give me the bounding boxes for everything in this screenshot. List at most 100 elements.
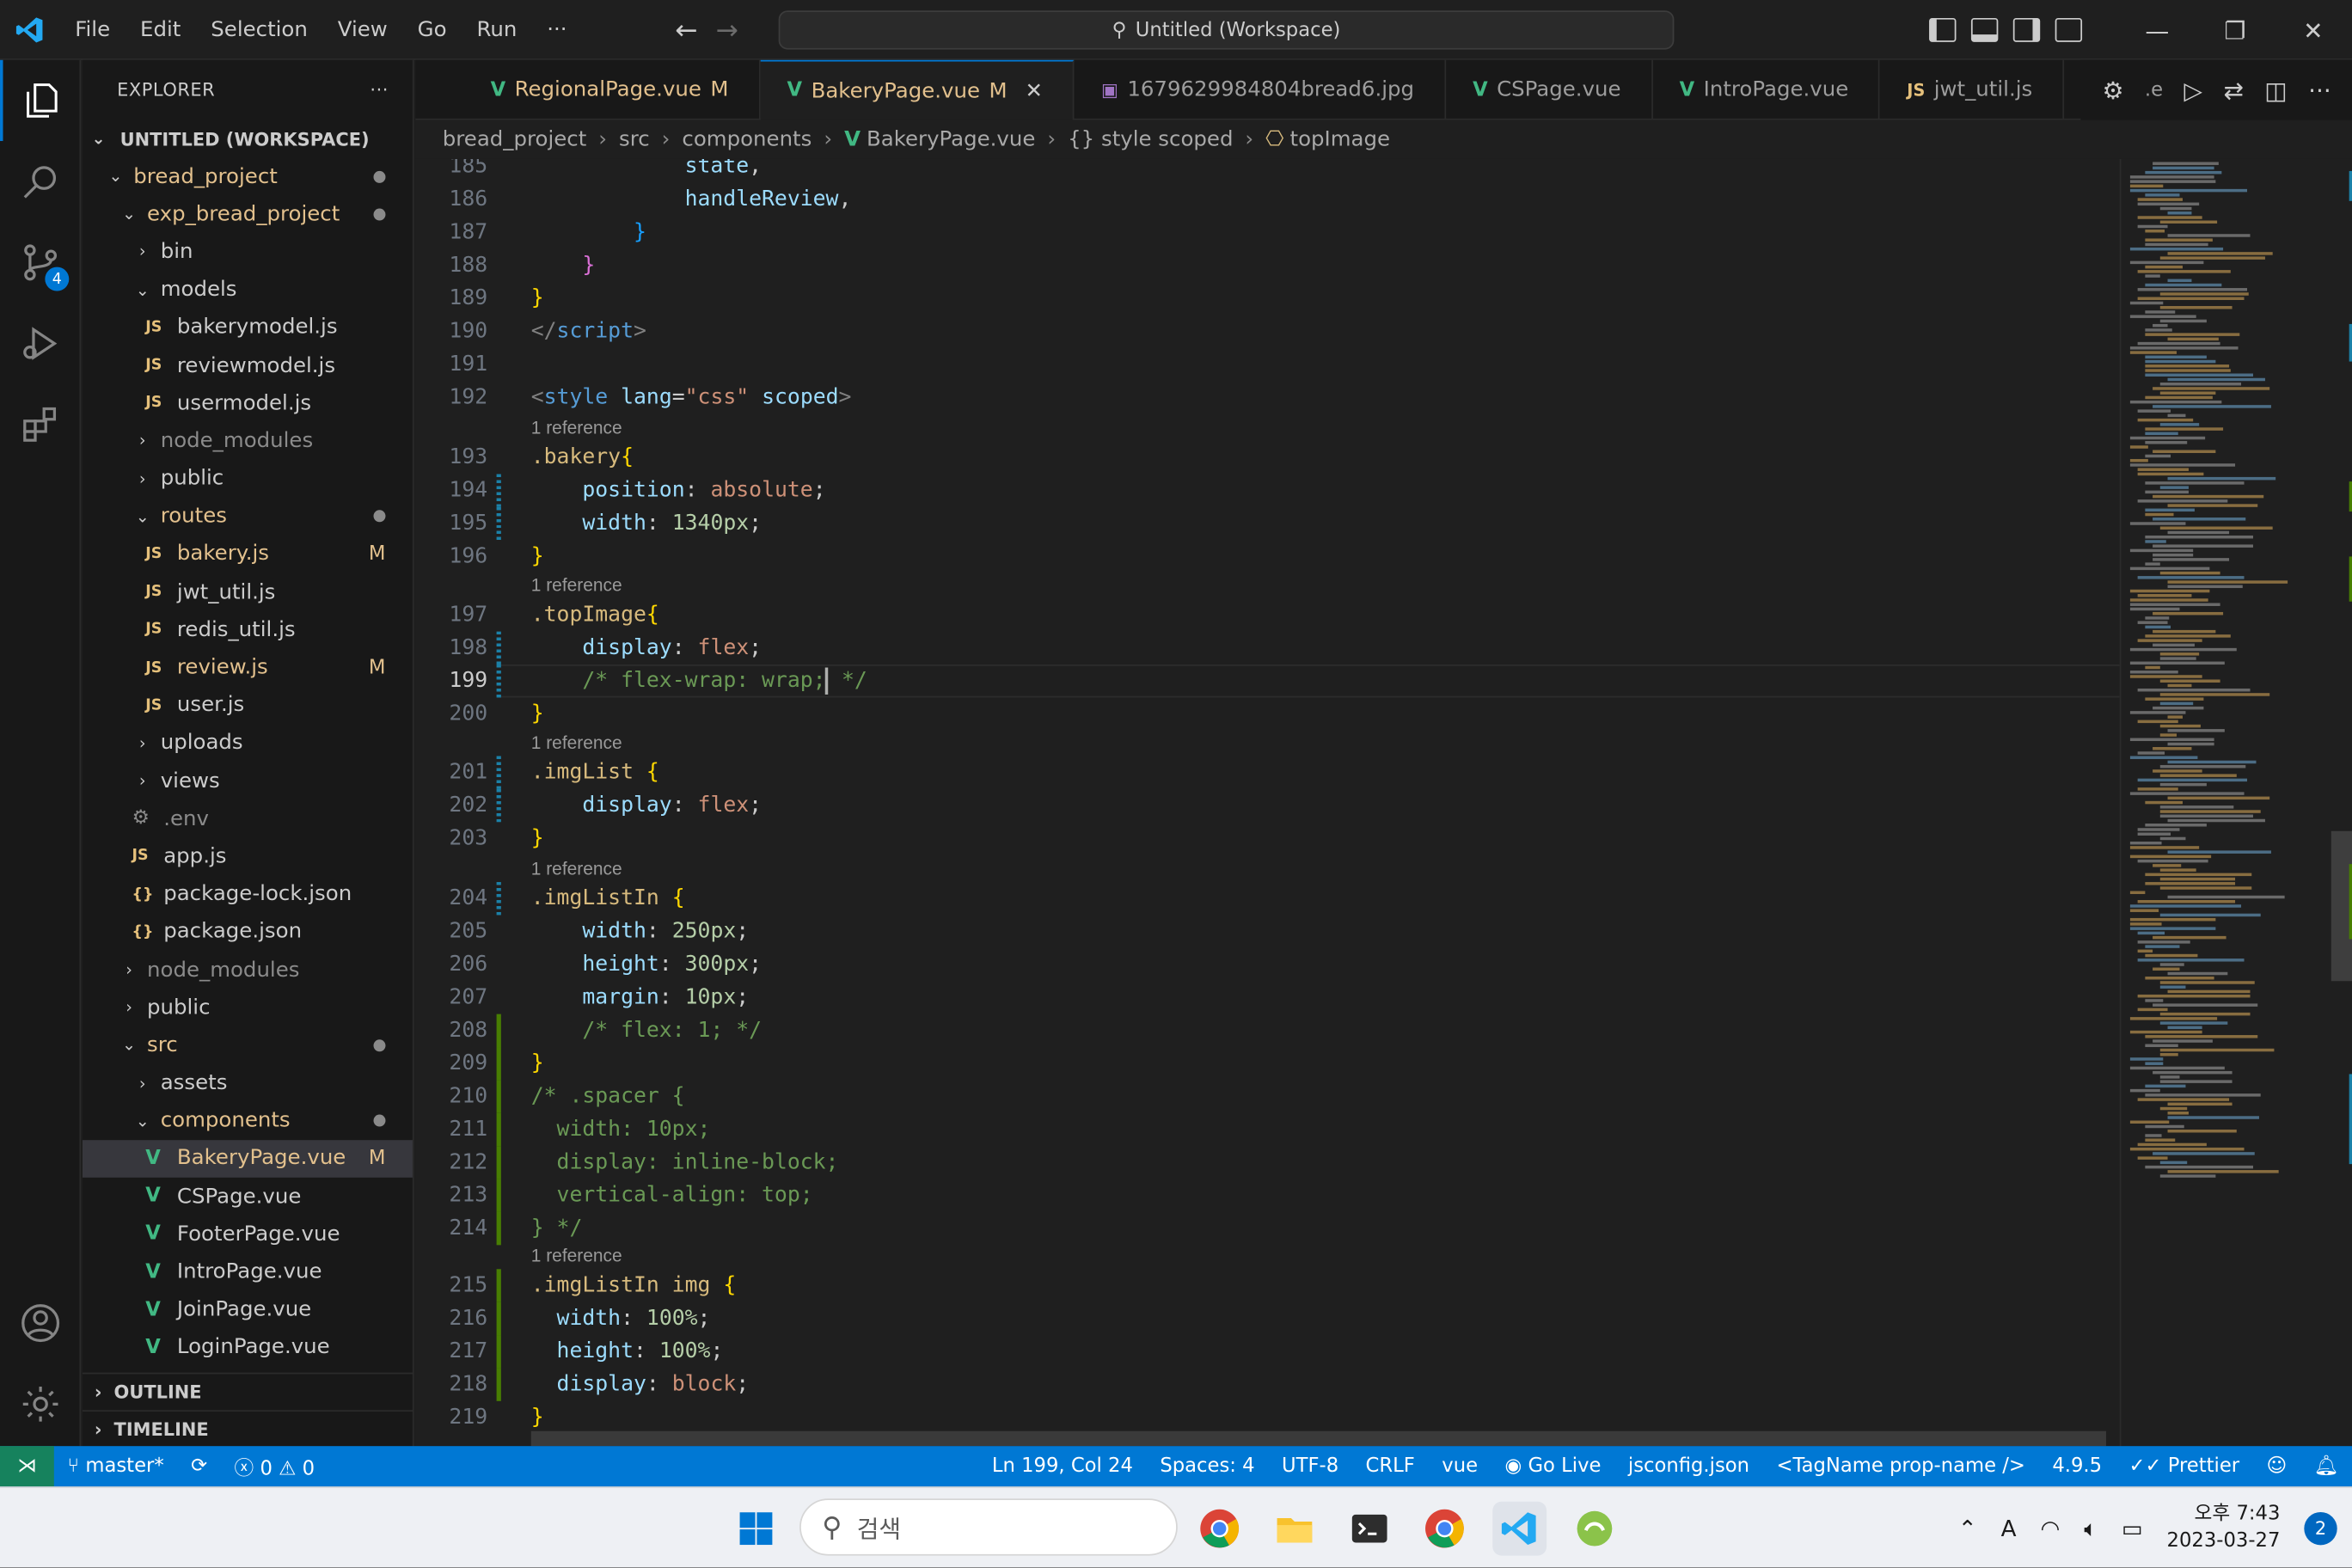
- jsconfig-status[interactable]: jsconfig.json: [1614, 1455, 1763, 1478]
- feedback-icon[interactable]: ☺: [2253, 1455, 2300, 1478]
- tray-overflow-icon[interactable]: ⌃: [1958, 1515, 1977, 1541]
- source-control-icon[interactable]: 4: [0, 222, 81, 303]
- clock[interactable]: 오후 7:43 2023-03-27: [2167, 1502, 2281, 1556]
- tree-item[interactable]: › bin: [83, 233, 413, 271]
- menu-item-1[interactable]: Edit: [126, 0, 196, 59]
- gutter-modified-indicator[interactable]: [496, 788, 501, 823]
- tree-item[interactable]: ⌄ src: [83, 1026, 413, 1064]
- problems-status[interactable]: ⓧ 0 ⚠ 0: [221, 1452, 328, 1480]
- explorer-more-actions[interactable]: ···: [370, 79, 389, 100]
- ts-version[interactable]: 4.9.5: [2039, 1455, 2116, 1478]
- code-editor[interactable]: 185 state, 186 handleReview, 187 } 188 } 189…: [415, 158, 2120, 1447]
- tree-item[interactable]: V BakeryPage.vue M: [82, 1139, 413, 1178]
- speaker-muted-icon[interactable]: 🔈︎: [2084, 1515, 2098, 1541]
- gutter-added-indicator[interactable]: [496, 1211, 501, 1246]
- tree-item[interactable]: ⌄ bread_project: [83, 157, 413, 195]
- gutter-modified-indicator[interactable]: [496, 665, 501, 698]
- editor-tab[interactable]: V BakeryPage.vue M ✕: [760, 59, 1075, 120]
- outline-section[interactable]: › OUTLINE: [82, 1372, 414, 1411]
- settings-gear-icon[interactable]: ⚙: [2102, 76, 2123, 104]
- tree-item[interactable]: › node_modules: [83, 951, 413, 989]
- breadcrumb-item[interactable]: {} style scoped: [1068, 127, 1233, 151]
- gutter-modified-indicator[interactable]: [496, 506, 501, 541]
- chrome-profile-icon[interactable]: [1418, 1502, 1472, 1556]
- tree-item[interactable]: ⚙ .env: [83, 799, 413, 837]
- back-arrow-icon[interactable]: ←: [675, 15, 697, 46]
- tree-item[interactable]: › public: [83, 989, 413, 1026]
- menu-item-5[interactable]: Run: [462, 0, 532, 59]
- codelens-reference[interactable]: 1 reference: [531, 727, 622, 757]
- open-changes-icon[interactable]: ⇄: [2223, 76, 2243, 104]
- tree-item[interactable]: V CSPage.vue: [83, 1178, 413, 1216]
- tree-item[interactable]: JS user.js: [83, 687, 413, 725]
- tree-item[interactable]: › assets: [83, 1064, 413, 1102]
- cursor-position[interactable]: Ln 199, Col 24: [978, 1455, 1146, 1478]
- breadcrumb-item[interactable]: components: [682, 127, 812, 151]
- manage-gear-icon[interactable]: [0, 1363, 81, 1444]
- tree-item[interactable]: JS bakerymodel.js: [83, 309, 413, 346]
- tree-item[interactable]: JS app.js: [83, 837, 413, 875]
- windows-start-icon[interactable]: [729, 1502, 783, 1556]
- explorer-icon[interactable]: [0, 59, 81, 142]
- tree-item[interactable]: ⌄ models: [83, 271, 413, 309]
- run-debug-icon[interactable]: [0, 303, 81, 383]
- sync-icon[interactable]: ⟳: [177, 1455, 220, 1478]
- gutter-modified-indicator[interactable]: [496, 882, 501, 916]
- gutter-added-indicator[interactable]: [496, 1080, 501, 1113]
- gutter-added-indicator[interactable]: [496, 1335, 501, 1369]
- menu-item-4[interactable]: Go: [402, 0, 462, 59]
- gutter-added-indicator[interactable]: [496, 1014, 501, 1048]
- menu-item-6[interactable]: ···: [532, 0, 582, 59]
- command-center[interactable]: ⚲ Untitled (Workspace): [778, 10, 1675, 50]
- toggle-panel-icon[interactable]: [1970, 17, 1999, 42]
- tree-item[interactable]: V JoinPage.vue: [83, 1291, 413, 1329]
- remote-indicator-icon[interactable]: ⋊: [0, 1446, 54, 1487]
- minimap[interactable]: [2119, 158, 2352, 1447]
- file-explorer-icon[interactable]: [1268, 1502, 1322, 1556]
- breadcrumb-item[interactable]: bread_project: [443, 127, 587, 151]
- minimize-button[interactable]: —: [2118, 0, 2196, 60]
- tree-item[interactable]: {} package-lock.json: [83, 875, 413, 913]
- taskbar-search[interactable]: ⚲ 검색: [799, 1498, 1178, 1556]
- accounts-icon[interactable]: [0, 1283, 81, 1363]
- toggle-primary-sidebar-icon[interactable]: [1929, 17, 1957, 42]
- terminal-icon[interactable]: [1343, 1502, 1397, 1556]
- gutter-added-indicator[interactable]: [496, 1179, 501, 1212]
- tree-item[interactable]: › uploads: [83, 725, 413, 763]
- close-window-button[interactable]: ✕: [2274, 0, 2352, 60]
- branch-status[interactable]: ⑂ master*: [54, 1455, 178, 1478]
- tree-item[interactable]: V IntroPage.vue: [83, 1253, 413, 1291]
- timeline-section[interactable]: › TIMELINE: [82, 1410, 414, 1448]
- gutter-added-indicator[interactable]: [496, 1146, 501, 1179]
- gutter-added-indicator[interactable]: [496, 1302, 501, 1336]
- gutter-added-indicator[interactable]: [496, 1112, 501, 1147]
- tree-item[interactable]: JS reviewmodel.js: [83, 346, 413, 384]
- more-actions-icon[interactable]: ···: [2308, 76, 2331, 104]
- menu-item-0[interactable]: File: [60, 0, 126, 59]
- codelens-reference[interactable]: 1 reference: [531, 1240, 622, 1271]
- tree-item[interactable]: › views: [83, 762, 413, 799]
- breadcrumb-item[interactable]: topImage: [1290, 127, 1391, 151]
- restore-button[interactable]: ❐: [2196, 0, 2275, 60]
- codelens-reference[interactable]: 1 reference: [531, 854, 622, 884]
- line-ending[interactable]: CRLF: [1352, 1455, 1429, 1478]
- wifi-icon[interactable]: ◠: [2040, 1515, 2060, 1541]
- tree-item[interactable]: ⌄ routes: [83, 498, 413, 536]
- search-icon[interactable]: [0, 141, 81, 222]
- vscode-taskbar-icon[interactable]: [1492, 1501, 1547, 1556]
- editor-tab[interactable]: JS jwt_util.js: [1880, 59, 2064, 120]
- close-icon[interactable]: ✕: [1026, 79, 1043, 103]
- customize-layout-icon[interactable]: [2055, 17, 2083, 42]
- chrome-icon[interactable]: [1192, 1502, 1246, 1556]
- gutter-added-indicator[interactable]: [496, 1269, 501, 1302]
- codelens-reference[interactable]: 1 reference: [531, 570, 622, 600]
- editor-tab[interactable]: V CSPage.vue: [1446, 59, 1653, 120]
- tree-item[interactable]: JS bakery.js M: [83, 536, 413, 573]
- tree-item[interactable]: › node_modules: [83, 422, 413, 460]
- toggle-secondary-sidebar-icon[interactable]: [2012, 17, 2041, 42]
- tab-overflow[interactable]: .e: [2145, 79, 2163, 101]
- app-icon[interactable]: [1568, 1502, 1622, 1556]
- gutter-modified-indicator[interactable]: [496, 756, 501, 789]
- editor-tab[interactable]: V RegionalPage.vue M: [415, 59, 761, 120]
- go-live-button[interactable]: ◉ Go Live: [1491, 1455, 1614, 1478]
